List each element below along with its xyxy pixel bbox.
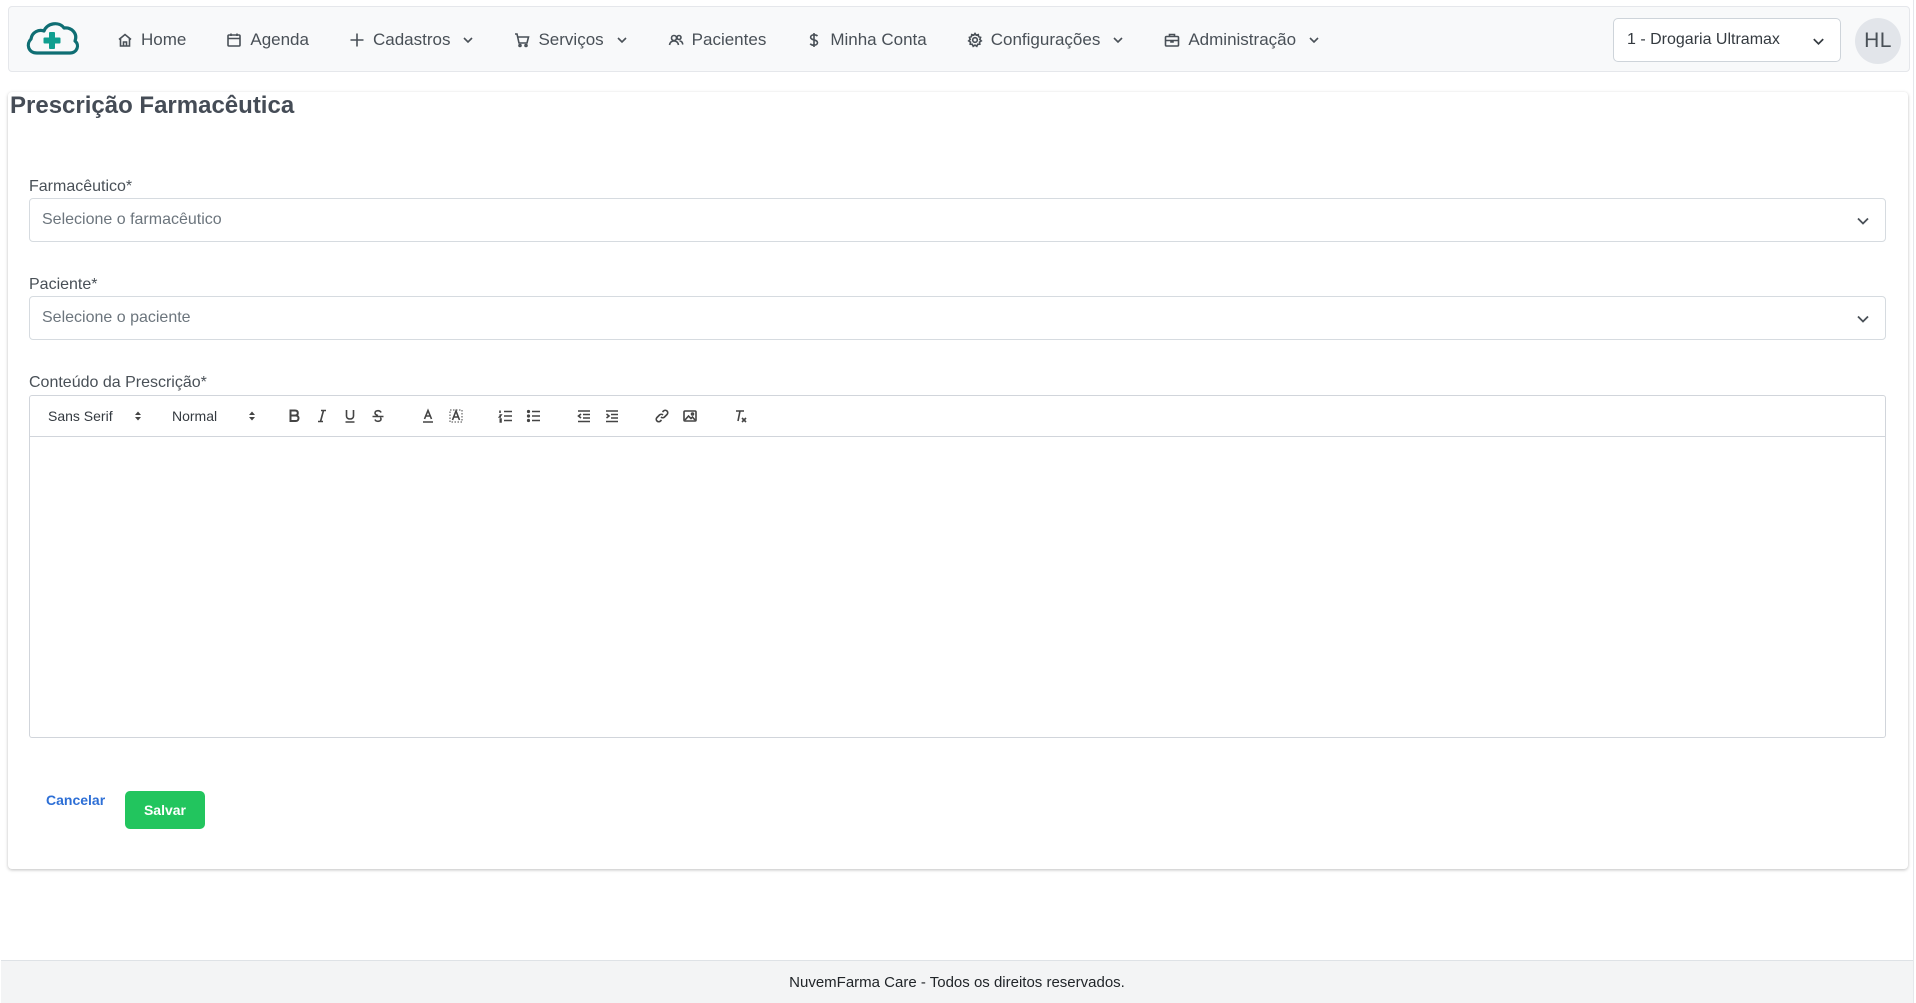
nav-home[interactable]: Home (117, 30, 186, 50)
indent-button[interactable] (600, 404, 624, 428)
calendar-icon (227, 33, 242, 47)
background-color-button[interactable] (444, 404, 468, 428)
plus-icon (350, 33, 364, 47)
nav-servicos[interactable]: Serviços (514, 30, 627, 50)
image-button[interactable] (678, 404, 702, 428)
underline-button[interactable] (338, 404, 362, 428)
footer-text: NuvemFarma Care - Todos os direitos rese… (789, 973, 1125, 991)
outdent-button[interactable] (572, 404, 596, 428)
bold-button[interactable] (282, 404, 306, 428)
chevron-down-icon (1813, 38, 1824, 46)
pharmacist-select[interactable]: Selecione o farmacêutico (29, 198, 1886, 242)
font-size-select[interactable]: Normal (172, 408, 256, 424)
prescription-card: Prescrição Farmacêutica Farmacêutico* Se… (8, 92, 1908, 869)
store-select[interactable]: 1 - Drogaria Ultramax (1613, 18, 1841, 62)
italic-button[interactable] (310, 404, 334, 428)
font-family-value: Sans Serif (48, 408, 113, 424)
chevron-down-icon (1113, 37, 1123, 44)
nav-pacientes-label: Pacientes (691, 30, 767, 49)
clear-format-button[interactable] (728, 404, 752, 428)
bullet-list-icon (526, 409, 540, 423)
dollar-icon (809, 33, 819, 47)
text-color-button[interactable] (416, 404, 440, 428)
indent-icon (606, 410, 618, 423)
nav-minha-conta[interactable]: Minha Conta (806, 30, 927, 50)
font-family-select[interactable]: Sans Serif (48, 408, 142, 424)
text-color-icon (423, 408, 433, 423)
nav-pacientes[interactable]: Pacientes (668, 30, 767, 50)
outdent-icon (577, 410, 590, 423)
main-nav: Home Agenda Cadastros Serviços Pacientes… (117, 7, 1360, 73)
cart-icon (515, 33, 530, 48)
user-avatar[interactable]: HL (1855, 18, 1901, 64)
nav-administracao[interactable]: Administração (1164, 30, 1320, 50)
chevron-down-icon (617, 37, 627, 44)
content-label: Conteúdo da Prescrição* (29, 374, 207, 391)
page-border (1913, 0, 1914, 1003)
clear-format-icon (736, 410, 747, 423)
ordered-list-button[interactable] (494, 404, 518, 428)
nav-configuracoes[interactable]: Configurações (967, 30, 1125, 50)
editor-toolbar: Sans Serif Normal (29, 395, 1886, 437)
nav-home-label: Home (141, 30, 187, 49)
prescription-editor[interactable] (29, 436, 1886, 738)
nav-servicos-label: Serviços (538, 30, 604, 49)
chevron-down-icon (1309, 37, 1319, 44)
highlight-icon (449, 408, 463, 423)
nav-cadastros[interactable]: Cadastros (349, 30, 474, 50)
strikethrough-button[interactable] (366, 404, 390, 428)
pharmacist-placeholder: Selecione o farmacêutico (42, 211, 222, 228)
nav-configuracoes-label: Configurações (990, 30, 1101, 49)
cancel-button[interactable]: Cancelar (46, 792, 105, 808)
chevron-down-icon (1857, 315, 1869, 323)
nav-agenda-label: Agenda (250, 30, 309, 49)
users-icon (668, 34, 684, 46)
nav-administracao-label: Administração (1188, 30, 1297, 49)
store-select-value: 1 - Drogaria Ultramax (1627, 31, 1780, 48)
bullet-list-button[interactable] (522, 404, 546, 428)
sort-arrows-icon (135, 411, 141, 421)
nav-minha-conta-label: Minha Conta (830, 30, 927, 49)
bold-icon (289, 409, 300, 422)
ordered-list-icon (498, 410, 512, 423)
nav-agenda[interactable]: Agenda (226, 30, 309, 50)
patient-placeholder: Selecione o paciente (42, 309, 191, 326)
briefcase-icon (1165, 33, 1180, 47)
footer: NuvemFarma Care - Todos os direitos rese… (1, 960, 1913, 1003)
link-icon (655, 409, 669, 423)
sort-arrows-icon (249, 411, 255, 421)
font-size-value: Normal (172, 408, 218, 424)
chevron-down-icon (1857, 217, 1869, 225)
avatar-initials: HL (1864, 29, 1892, 52)
link-button[interactable] (650, 404, 674, 428)
chevron-down-icon (463, 37, 474, 44)
italic-icon (318, 409, 326, 423)
nav-cadastros-label: Cadastros (372, 30, 451, 49)
page-title: Prescrição Farmacêutica (10, 92, 295, 119)
patient-label: Paciente* (29, 276, 98, 293)
strikethrough-icon (372, 409, 384, 423)
underline-icon (345, 410, 355, 423)
patient-select[interactable]: Selecione o paciente (29, 296, 1886, 340)
top-navbar: Home Agenda Cadastros Serviços Pacientes… (8, 6, 1910, 72)
save-button[interactable]: Salvar (125, 791, 205, 829)
image-icon (683, 410, 697, 422)
pharmacist-label: Farmacêutico* (29, 178, 133, 195)
home-icon (118, 33, 132, 47)
gear-icon (967, 32, 983, 48)
nuvemfarma-logo-icon[interactable] (23, 17, 81, 61)
